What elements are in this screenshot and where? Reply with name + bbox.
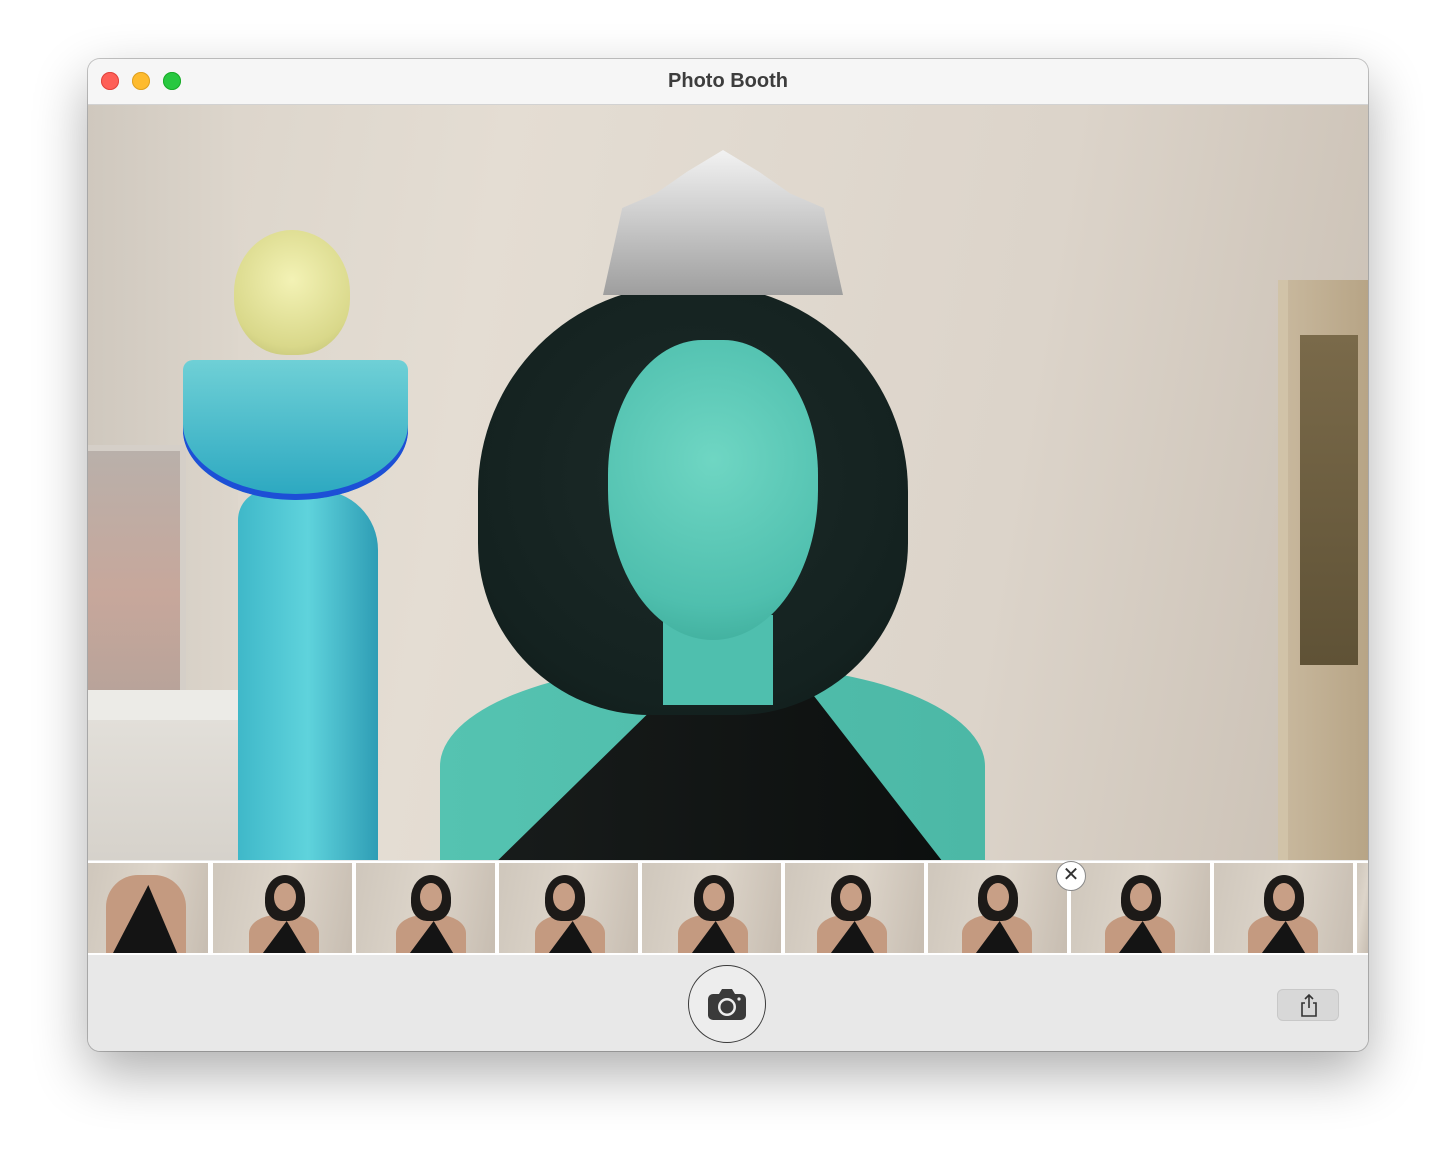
delete-photo-icon[interactable]: ✕	[1056, 861, 1086, 891]
torch-flame-prop	[234, 230, 350, 355]
take-photo-button[interactable]	[688, 965, 766, 1043]
bottom-toolbar	[88, 955, 1368, 1051]
share-icon	[1301, 994, 1317, 1017]
tiara-prop	[603, 150, 843, 295]
photo-thumbnail[interactable]	[499, 863, 638, 953]
window-title: Photo Booth	[668, 70, 788, 92]
photo-thumbnail[interactable]	[642, 863, 781, 953]
photo-booth-window: Photo Booth ✕	[88, 59, 1368, 1051]
torch-cup-prop	[183, 360, 408, 500]
camera-icon	[708, 989, 746, 1020]
photo-thumbnail[interactable]	[785, 863, 924, 953]
photo-thumbnail-selected[interactable]	[1071, 863, 1210, 953]
photo-thumbnail[interactable]	[88, 863, 208, 953]
photo-filmstrip[interactable]: ✕	[88, 861, 1368, 955]
share-button[interactable]	[1277, 989, 1339, 1021]
background-artwork	[88, 445, 186, 697]
photo-thumbnail[interactable]	[1357, 863, 1368, 953]
photo-thumbnail[interactable]	[928, 863, 1067, 953]
background-door-panel	[1300, 335, 1358, 665]
camera-preview	[88, 105, 1368, 860]
title-bar: Photo Booth	[88, 59, 1368, 105]
subject-face	[608, 340, 818, 640]
torch-handle-prop	[238, 490, 378, 860]
photo-thumbnail[interactable]	[213, 863, 352, 953]
photo-thumbnail[interactable]	[356, 863, 495, 953]
photo-thumbnail[interactable]	[1214, 863, 1353, 953]
